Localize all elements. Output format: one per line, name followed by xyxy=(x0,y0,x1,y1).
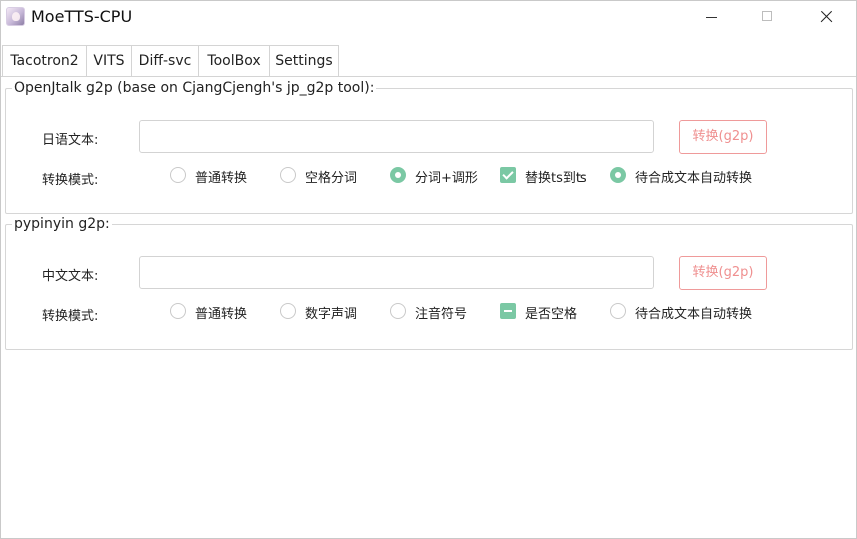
chinese-text-label: 中文文本: xyxy=(42,269,99,284)
japanese-text-input[interactable] xyxy=(139,120,654,153)
radio-icon xyxy=(610,303,626,319)
convert-cn-button[interactable]: 转换(g2p) xyxy=(679,256,767,290)
radio-checked-icon xyxy=(610,167,626,183)
radio-icon xyxy=(390,303,406,319)
radio-checked-icon xyxy=(390,167,406,183)
checkbox-partial-icon xyxy=(500,303,516,319)
minimize-icon[interactable] xyxy=(688,1,734,33)
window-title: MoeTTS-CPU xyxy=(31,7,133,26)
chinese-text-input[interactable] xyxy=(139,256,654,289)
app-icon xyxy=(6,7,25,26)
tab-divider xyxy=(1,76,856,77)
tab-toolbox[interactable]: ToolBox xyxy=(198,45,270,76)
title-bar[interactable]: MoeTTS-CPU xyxy=(1,1,856,34)
radio-icon xyxy=(280,303,296,319)
tab-tacotron2[interactable]: Tacotron2 xyxy=(2,45,87,76)
checkbox-checked-icon xyxy=(500,167,516,183)
tab-vits[interactable]: VITS xyxy=(86,45,132,76)
radio-icon xyxy=(170,167,186,183)
japanese-text-label: 日语文本: xyxy=(42,133,99,148)
radio-icon xyxy=(170,303,186,319)
openjtalk-group: OpenJtalk g2p (base on CjangCjengh's jp_… xyxy=(5,80,853,214)
tab-diff-svc[interactable]: Diff-svc xyxy=(131,45,199,76)
openjtalk-group-title: OpenJtalk g2p (base on CjangCjengh's jp_… xyxy=(12,80,377,96)
tab-settings[interactable]: Settings xyxy=(269,45,339,76)
convert-jp-button[interactable]: 转换(g2p) xyxy=(679,120,767,154)
cn-mode-label: 转换模式: xyxy=(42,309,99,324)
jp-mode-label: 转换模式: xyxy=(42,173,99,188)
radio-icon xyxy=(280,167,296,183)
pypinyin-group: pypinyin g2p: 中文文本: 转换(g2p) 转换模式: 普通转换 数… xyxy=(5,216,853,350)
app-window: MoeTTS-CPU Tacotron2 VITS Diff-svc ToolB… xyxy=(0,0,857,539)
close-icon[interactable] xyxy=(803,1,849,33)
pypinyin-group-title: pypinyin g2p: xyxy=(12,216,112,232)
maximize-icon[interactable] xyxy=(744,1,790,33)
